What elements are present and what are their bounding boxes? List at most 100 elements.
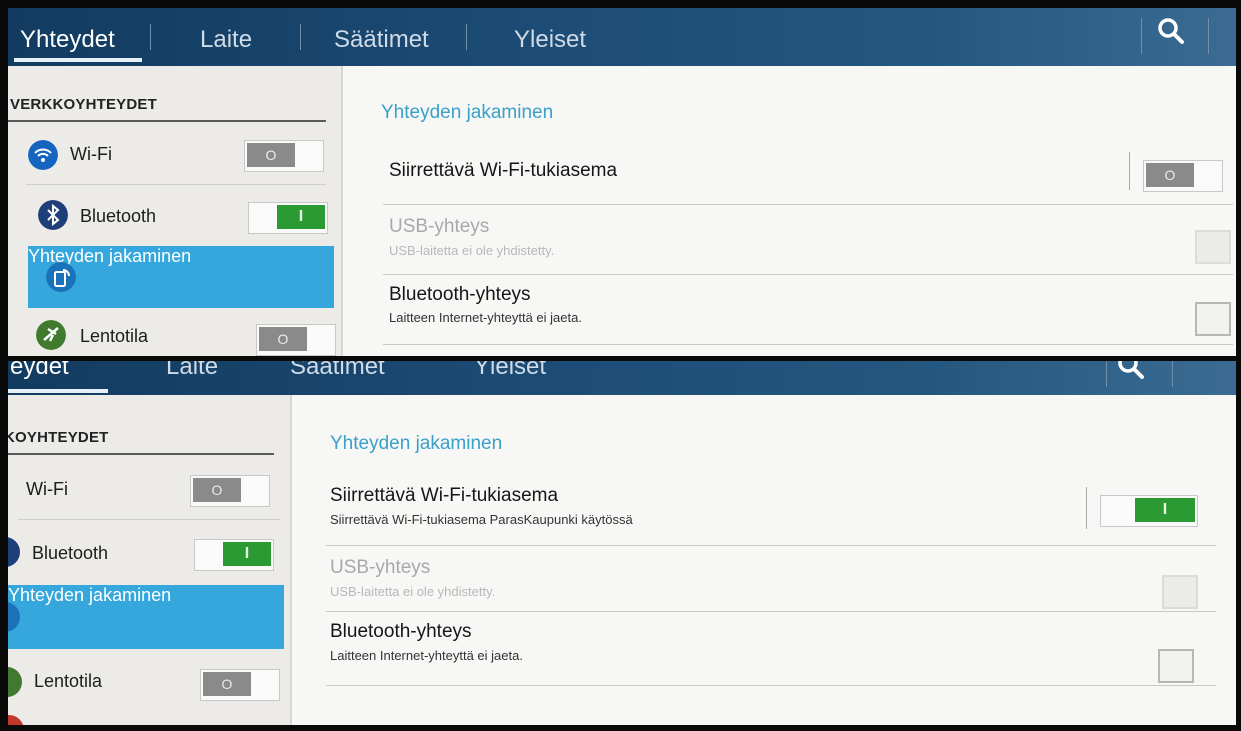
usb-subtitle: USB-laitetta ei ole yhdistetty. (330, 584, 496, 599)
tab-yhteydet[interactable]: Yhteydet (20, 26, 115, 54)
row-divider (326, 685, 1216, 686)
usb-subtitle: USB-laitetta ei ole yhdistetty. (389, 243, 555, 258)
sidebar-item-label: Lentotila (80, 326, 149, 346)
airplane-toggle[interactable]: O (200, 669, 280, 701)
toggle-knob: O (1146, 163, 1194, 187)
tab-yhteydet[interactable]: eydet (10, 361, 69, 381)
tab-saatimet[interactable]: Säätimet (290, 361, 385, 381)
wifi-icon (28, 140, 58, 170)
page-title: Yhteyden jakaminen (330, 433, 503, 454)
tethering-icon (46, 262, 76, 292)
toggle-knob: I (1135, 498, 1195, 522)
airplane-icon (8, 667, 22, 697)
sidebar: VERKKOYHTEYDET Wi-Fi O Bluetooth I Yhtey… (8, 66, 343, 356)
tab-laite[interactable]: Laite (166, 361, 218, 381)
hotspot-toggle[interactable]: O (1143, 160, 1223, 192)
bt-tethering-title: Bluetooth-yhteys (389, 284, 531, 305)
hotspot-subtitle: Siirrettävä Wi-Fi-tukiasema ParasKaupunk… (330, 512, 633, 527)
tab-yleiset[interactable]: Yleiset (514, 26, 586, 54)
tab-separator (1141, 18, 1142, 54)
main-content: Yhteyden jakaminen Siirrettävä Wi-Fi-tuk… (343, 66, 1236, 356)
main-content: Yhteyden jakaminen Siirrettävä Wi-Fi-tuk… (292, 395, 1236, 725)
toggle-knob: O (247, 143, 295, 167)
section-divider (8, 453, 274, 455)
airplane-icon (36, 320, 66, 350)
search-icon[interactable] (1116, 361, 1146, 381)
usb-checkbox[interactable] (1162, 575, 1198, 609)
hotspot-toggle[interactable]: I (1100, 495, 1198, 527)
tab-separator (300, 24, 301, 50)
bt-tethering-subtitle: Laitteen Internet-yhteyttä ei jaeta. (389, 310, 582, 325)
tethering-icon (8, 602, 20, 632)
row-divider (1129, 152, 1130, 190)
row-divider (326, 611, 1216, 612)
tab-bar: Yhteydet Laite Säätimet Yleiset (8, 8, 1236, 66)
section-title: KOYHTEYDET (8, 429, 109, 446)
bt-tethering-title: Bluetooth-yhteys (330, 621, 472, 642)
section-divider (8, 120, 326, 122)
toggle-on-glyph: I (298, 208, 304, 225)
toggle-knob: O (193, 478, 241, 502)
sidebar-divider (26, 184, 326, 185)
toggle-off-glyph: O (221, 676, 233, 692)
bt-tethering-checkbox[interactable] (1158, 649, 1194, 683)
row-divider (383, 274, 1233, 275)
usb-title: USB-yhteys (389, 216, 490, 237)
row-divider (383, 204, 1233, 205)
page-title: Yhteyden jakaminen (381, 102, 554, 123)
airplane-toggle[interactable]: O (256, 324, 336, 356)
tab-separator (1172, 361, 1173, 387)
tab-separator (1208, 18, 1209, 54)
sidebar-item-label: Bluetooth (32, 543, 109, 563)
sidebar-item-bluetooth[interactable]: Bluetooth I (8, 186, 341, 244)
tab-laite[interactable]: Laite (200, 26, 252, 54)
row-divider (1086, 487, 1087, 529)
usb-checkbox[interactable] (1195, 230, 1231, 264)
sidebar-item-airplane[interactable]: Lentotila O (8, 310, 341, 356)
settings-screenshot-top: Yhteydet Laite Säätimet Yleiset VERKKOYH… (8, 8, 1236, 356)
tab-bar: eydet Laite Säätimet Yleiset (8, 361, 1236, 395)
toggle-off-glyph: O (277, 331, 289, 347)
hotspot-title: Siirrettävä Wi-Fi-tukiasema (389, 160, 618, 181)
sidebar: KOYHTEYDET Wi-Fi O Bluetooth I Yhteyden … (8, 395, 292, 725)
active-tab-indicator (8, 389, 108, 393)
data-usage-icon (8, 715, 24, 725)
settings-screenshot-bottom: eydet Laite Säätimet Yleiset KOYHTEYDET … (8, 361, 1236, 725)
wifi-toggle[interactable]: O (190, 475, 270, 507)
toggle-knob: O (203, 672, 251, 696)
tab-separator (466, 24, 467, 50)
bluetooth-icon (38, 200, 68, 230)
sidebar-item-wifi[interactable]: Wi-Fi O (8, 126, 341, 184)
tab-yleiset[interactable]: Yleiset (474, 361, 546, 381)
sidebar-item-label: Yhteyden jakaminen (28, 246, 192, 266)
usb-title: USB-yhteys (330, 557, 431, 578)
bluetooth-icon (8, 537, 20, 567)
sidebar-divider (18, 519, 280, 520)
tab-saatimet[interactable]: Säätimet (334, 26, 429, 54)
bt-tethering-checkbox[interactable] (1195, 302, 1231, 336)
search-icon[interactable] (1156, 16, 1186, 46)
toggle-knob: I (277, 205, 325, 229)
toggle-off-glyph: O (265, 147, 277, 163)
sidebar-item-wifi[interactable]: Wi-Fi O (8, 461, 290, 517)
section-title: VERKKOYHTEYDET (10, 96, 157, 113)
wifi-toggle[interactable]: O (244, 140, 324, 172)
bt-tethering-subtitle: Laitteen Internet-yhteyttä ei jaeta. (330, 648, 523, 663)
hotspot-title: Siirrettävä Wi-Fi-tukiasema (330, 485, 559, 506)
sidebar-item-label: Yhteyden jakaminen (8, 585, 172, 605)
tab-separator (150, 24, 151, 50)
sidebar-item-airplane[interactable]: Lentotila O (8, 651, 290, 711)
bluetooth-toggle[interactable]: I (194, 539, 274, 571)
toggle-knob: O (259, 327, 307, 351)
sidebar-item-label: Lentotila (34, 671, 103, 691)
bluetooth-toggle[interactable]: I (248, 202, 328, 234)
sidebar-item-bluetooth[interactable]: Bluetooth I (8, 521, 290, 581)
sidebar-item-tethering[interactable]: Yhteyden jakaminen (28, 246, 334, 308)
sidebar-item-label: Wi-Fi (26, 479, 68, 499)
row-divider (326, 545, 1216, 546)
toggle-off-glyph: O (1164, 167, 1176, 183)
sidebar-item-label: Bluetooth (80, 206, 157, 226)
toggle-on-glyph: I (244, 545, 250, 562)
tab-separator (1106, 361, 1107, 387)
sidebar-item-tethering[interactable]: Yhteyden jakaminen (8, 585, 284, 649)
